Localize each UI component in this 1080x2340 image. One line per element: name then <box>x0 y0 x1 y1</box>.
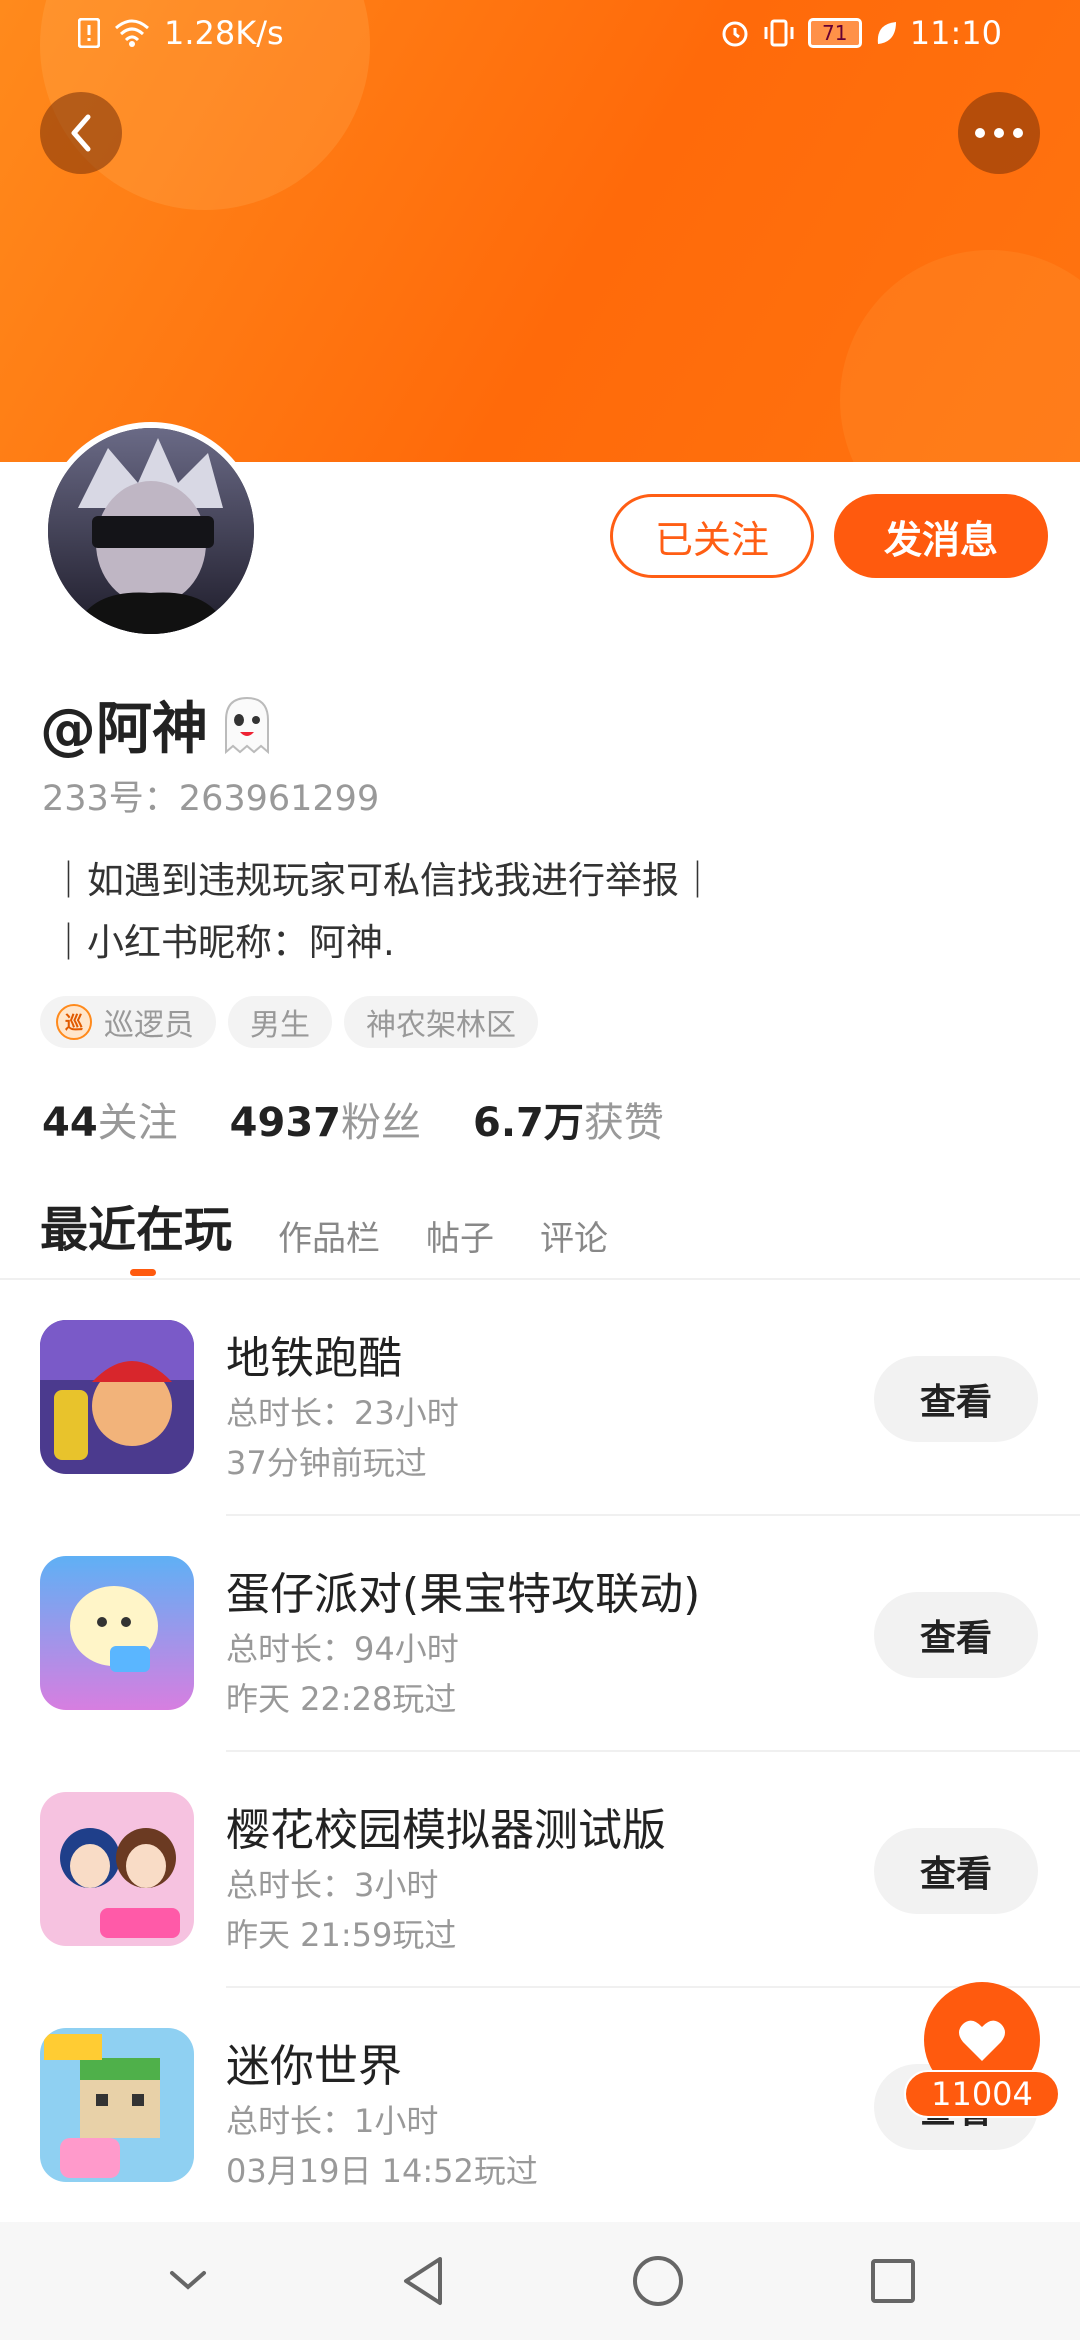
wifi-icon <box>114 18 150 48</box>
back-button[interactable] <box>40 92 122 174</box>
vibrate-icon <box>762 18 796 48</box>
header-decoration <box>840 250 1080 462</box>
stat-value: 4937 <box>229 1100 341 1146</box>
alert-icon <box>78 18 100 48</box>
tag-label: 巡逻员 <box>104 1008 194 1043</box>
tab-recently-played[interactable]: 最近在玩 <box>40 1190 232 1266</box>
tab-comments[interactable]: 评论 <box>540 1211 608 1266</box>
list-item[interactable]: 地铁跑酷 总时长：23小时 37分钟前玩过 查看 <box>0 1280 1080 1516</box>
stat-label: 粉丝 <box>341 1100 421 1146</box>
system-nav-bar <box>0 2222 1080 2340</box>
nickname: @阿神 <box>40 684 278 765</box>
bio-line: ｜如遇到违规玩家可私信找我进行举报｜ <box>50 859 716 902</box>
stat-label: 获赞 <box>583 1100 664 1146</box>
status-bar: 1.28K/s 71 11:10 <box>0 0 1080 72</box>
game-last-played: 03月19日 14:52玩过 <box>226 2152 538 2190</box>
list-item[interactable]: 蛋仔派对(果宝特攻联动) 总时长：94小时 昨天 22:28玩过 查看 <box>0 1516 1080 1752</box>
active-tab-indicator <box>130 1269 156 1276</box>
profile-stats: 44关注 4937粉丝 6.7万获赞 <box>42 1090 664 1148</box>
game-icon-sakura-school <box>40 1792 194 1946</box>
profile-tags: 巡 巡逻员 男生 神农架林区 <box>40 996 538 1048</box>
tag-patroller[interactable]: 巡 巡逻员 <box>40 996 216 1048</box>
nav-hide-button[interactable] <box>143 2236 233 2326</box>
more-dots-icon <box>975 128 1023 138</box>
game-last-played: 昨天 21:59玩过 <box>226 1916 457 1954</box>
chevron-down-icon <box>169 2271 206 2290</box>
square-recents-icon <box>870 2259 915 2303</box>
profile-header-banner: 1.28K/s 71 11:10 <box>0 0 1080 462</box>
leaf-icon <box>874 18 898 48</box>
stat-value: 6.7万 <box>473 1100 584 1146</box>
tag-gender: 男生 <box>228 996 332 1048</box>
game-icon-mini-world <box>40 2028 194 2182</box>
user-id: 233号：263961299 <box>42 779 380 819</box>
patroller-badge-icon: 巡 <box>56 1004 92 1040</box>
stat-label: 关注 <box>97 1100 178 1146</box>
more-options-button[interactable] <box>958 92 1040 174</box>
bio-line: ｜小红书昵称：阿神. <box>50 921 395 964</box>
view-button[interactable]: 查看 <box>874 1356 1038 1442</box>
ghost-emoji-icon <box>225 696 269 754</box>
game-duration: 总时长：3小时 <box>226 1866 439 1904</box>
game-title: 樱花校园模拟器测试版 <box>226 1805 666 1856</box>
game-title: 蛋仔派对(果宝特攻联动) <box>226 1569 701 1620</box>
game-duration: 总时长：23小时 <box>226 1394 459 1432</box>
bio: ｜如遇到违规玩家可私信找我进行举报｜ ｜小红书昵称：阿神. <box>50 850 716 974</box>
stat-following[interactable]: 44关注 <box>42 1090 178 1148</box>
followed-button[interactable]: 已关注 <box>610 494 814 578</box>
game-title: 迷你世界 <box>226 2041 402 2092</box>
game-last-played: 昨天 22:28玩过 <box>226 1680 457 1718</box>
game-icon-subway <box>40 1320 194 1474</box>
tab-posts[interactable]: 帖子 <box>426 1211 494 1266</box>
alarm-icon <box>720 18 750 48</box>
nav-recents-button[interactable] <box>848 2236 938 2326</box>
view-button[interactable]: 查看 <box>874 1592 1038 1678</box>
chevron-left-icon <box>71 114 91 152</box>
battery-icon: 71 <box>807 18 862 48</box>
tag-location: 神农架林区 <box>344 996 538 1048</box>
triangle-back-icon <box>403 2257 442 2305</box>
tag-label: 神农架林区 <box>366 1008 516 1043</box>
like-count-badge: 11004 <box>904 2070 1060 2118</box>
profile-tabs: 最近在玩 作品栏 帖子 评论 <box>40 1190 608 1266</box>
stat-likes[interactable]: 6.7万获赞 <box>473 1090 664 1148</box>
nav-back-button[interactable] <box>378 2236 468 2326</box>
view-button[interactable]: 查看 <box>874 1828 1038 1914</box>
circle-home-icon <box>632 2256 683 2306</box>
clock-time: 11:10 <box>909 14 1002 52</box>
stat-fans[interactable]: 4937粉丝 <box>230 1090 421 1148</box>
heart-icon <box>959 2020 1005 2061</box>
game-duration: 总时长：94小时 <box>226 1630 459 1668</box>
stat-value: 44 <box>42 1100 98 1146</box>
game-last-played: 37分钟前玩过 <box>226 1444 427 1482</box>
avatar[interactable] <box>42 422 260 640</box>
nickname-text: @阿神 <box>40 697 208 762</box>
tag-label: 男生 <box>250 1008 310 1043</box>
tab-works[interactable]: 作品栏 <box>278 1211 380 1266</box>
game-icon-eggy-party <box>40 1556 194 1710</box>
send-message-button[interactable]: 发消息 <box>834 494 1048 578</box>
game-duration: 总时长：1小时 <box>226 2102 439 2140</box>
nav-home-button[interactable] <box>613 2236 703 2326</box>
net-speed: 1.28K/s <box>164 14 284 52</box>
game-title: 地铁跑酷 <box>226 1333 402 1384</box>
list-item[interactable]: 樱花校园模拟器测试版 总时长：3小时 昨天 21:59玩过 查看 <box>0 1752 1080 1988</box>
